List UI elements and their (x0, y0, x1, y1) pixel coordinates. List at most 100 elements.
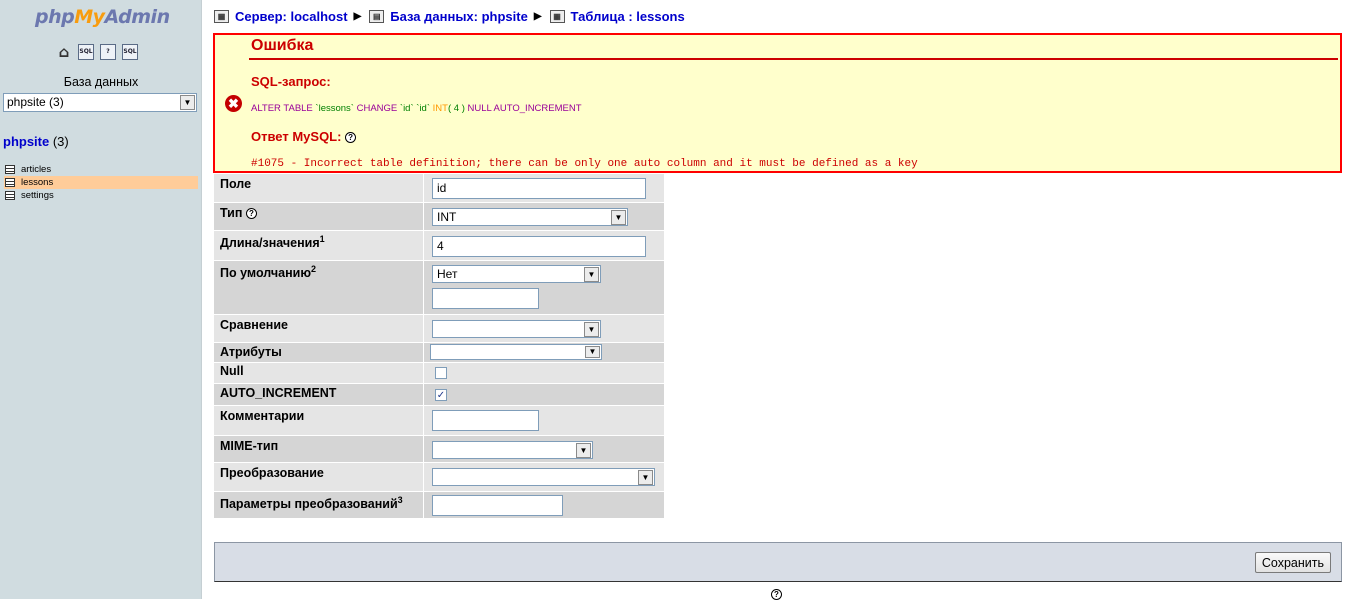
navigation-sidebar: phpMyAdmin ⌂ SQL ? SQL База данных phpsi… (0, 0, 202, 599)
field-collation-select[interactable]: ▼ (432, 320, 601, 338)
field-default-label-text: По умолчанию (220, 266, 312, 281)
help-icon[interactable]: ? (245, 208, 257, 220)
table-icon: ▦ (549, 10, 565, 23)
field-name-label: Поле (214, 174, 423, 202)
chevron-down-icon[interactable]: ▼ (576, 443, 591, 458)
field-length-label-text: Длина/значения (220, 236, 320, 251)
breadcrumb-database[interactable]: База данных: phpsite (390, 9, 528, 24)
field-null-label: Null (214, 363, 423, 383)
field-edit-table: Поле id Тип ? INT ▼ Длина/значения1 4 По … (214, 174, 664, 519)
mysql-error-message: #1075 - Incorrect table definition; ther… (251, 158, 918, 170)
chevron-down-icon[interactable]: ▼ (584, 267, 599, 282)
database-title[interactable]: phpsite (3) (3, 134, 69, 149)
footnote-marker: 1 (319, 234, 325, 244)
breadcrumb-table[interactable]: Таблица : lessons (571, 9, 685, 24)
field-type-label-text: Тип (220, 206, 243, 220)
sql-keyword: ALTER TABLE (251, 103, 316, 114)
field-attributes-select[interactable]: ▼ (430, 344, 602, 360)
chevron-down-icon[interactable]: ▼ (585, 346, 600, 358)
field-row-default: По умолчанию2 Нет ▼ (214, 261, 664, 315)
table-list: articles lessons settings (4, 163, 198, 202)
table-icon[interactable] (5, 191, 15, 200)
save-button[interactable]: Сохранить (1254, 552, 1331, 573)
field-row-collation: Сравнение ▼ (214, 315, 664, 343)
field-row-transformation-options: Параметры преобразований3 (214, 492, 664, 519)
field-default-select-value: Нет (437, 267, 458, 281)
field-type-select[interactable]: INT ▼ (432, 208, 628, 226)
footnote-marker: 2 (311, 264, 317, 274)
field-default-value-input[interactable] (432, 288, 539, 309)
field-row-name: Поле id (214, 174, 664, 203)
sql-type: INT (432, 103, 448, 114)
field-row-transformation: Преобразование ▼ (214, 463, 664, 492)
logo-my: My (74, 6, 105, 28)
field-transformation-options-label-text: Параметры преобразований (220, 497, 398, 512)
sql-identifier: `id` (399, 103, 414, 114)
breadcrumb-server[interactable]: Сервер: localhost (235, 9, 348, 24)
chevron-down-icon[interactable]: ▼ (638, 470, 653, 485)
error-icon: ✖ (225, 95, 242, 112)
sql-query-text: ALTER TABLE `lessons` CHANGE `id` `id` I… (251, 103, 582, 114)
field-row-comment: Комментарии (214, 406, 664, 436)
field-type-select-value: INT (437, 210, 457, 224)
breadcrumb-separator-icon: ▶ (353, 11, 362, 22)
mysql-response-label: Ответ MySQL: ? (251, 129, 357, 144)
field-row-type: Тип ? INT ▼ (214, 203, 664, 231)
sidebar-icon-bar: ⌂ SQL ? SQL (56, 44, 138, 60)
error-title-rule (249, 58, 1338, 60)
sql-keyword: CHANGE (353, 103, 400, 114)
home-icon[interactable]: ⌂ (56, 44, 72, 60)
field-name-input[interactable]: id (432, 178, 646, 199)
table-icon[interactable] (5, 165, 15, 174)
field-row-auto-increment: AUTO_INCREMENT ✓ (214, 384, 664, 406)
field-name-input-value: id (437, 181, 447, 195)
field-comment-input[interactable] (432, 410, 539, 431)
phpmyadmin-logo[interactable]: phpMyAdmin (35, 6, 170, 28)
sql-query-label: SQL-запрос: (251, 74, 331, 89)
field-mime-label: MIME-тип (214, 436, 423, 462)
field-row-length: Длина/значения1 4 (214, 231, 664, 261)
table-icon[interactable] (5, 178, 15, 187)
sql-length: ( 4 ) (447, 103, 465, 114)
breadcrumb-separator-icon: ▶ (533, 11, 542, 22)
docs-icon[interactable]: SQL (122, 44, 138, 60)
breadcrumb: ▦ Сервер: localhost ▶ ▤ База данных: php… (214, 9, 685, 24)
database-select-value: phpsite (3) (7, 95, 64, 109)
form-footer-bar: Сохранить (214, 542, 1342, 582)
field-transformation-select[interactable]: ▼ (432, 468, 655, 486)
field-default-select[interactable]: Нет ▼ (432, 265, 601, 283)
sql-keyword: NULL AUTO_INCREMENT (464, 103, 582, 114)
query-icon[interactable]: ? (100, 44, 116, 60)
error-title: Ошибка (251, 37, 314, 54)
error-box: Ошибка ✖ SQL-запрос: ALTER TABLE `lesson… (213, 33, 1342, 173)
field-attributes-label: Атрибуты (214, 343, 423, 362)
table-item-settings[interactable]: settings (4, 189, 198, 202)
table-item-articles[interactable]: articles (4, 163, 198, 176)
chevron-down-icon[interactable]: ▼ (611, 210, 626, 225)
field-transformation-label: Преобразование (214, 463, 423, 491)
null-checkbox[interactable] (435, 367, 447, 379)
field-comment-label: Комментарии (214, 406, 423, 435)
field-length-input[interactable]: 4 (432, 236, 646, 257)
table-item-label[interactable]: settings (21, 189, 54, 202)
sql-icon[interactable]: SQL (78, 44, 94, 60)
table-item-label[interactable]: articles (21, 163, 51, 176)
database-title-count: (3) (49, 134, 69, 149)
field-transformation-options-label: Параметры преобразований3 (214, 492, 423, 518)
field-transformation-options-input[interactable] (432, 495, 563, 516)
field-collation-label: Сравнение (214, 315, 423, 342)
auto-increment-checkbox[interactable]: ✓ (435, 389, 447, 401)
sql-identifier: `lessons` (315, 103, 354, 114)
chevron-down-icon[interactable]: ▼ (584, 322, 599, 337)
footnote-marker: 3 (397, 495, 403, 505)
table-item-label[interactable]: lessons (21, 176, 53, 189)
field-row-mime: MIME-тип ▼ (214, 436, 664, 463)
database-title-name[interactable]: phpsite (3, 134, 49, 149)
field-mime-select[interactable]: ▼ (432, 441, 593, 459)
help-icon[interactable]: ? (345, 132, 357, 144)
table-item-lessons[interactable]: lessons (4, 176, 198, 189)
field-default-label: По умолчанию2 (214, 261, 423, 314)
chevron-down-icon[interactable]: ▼ (180, 95, 195, 110)
database-select[interactable]: phpsite (3) ▼ (3, 93, 197, 112)
field-row-null: Null (214, 363, 664, 384)
